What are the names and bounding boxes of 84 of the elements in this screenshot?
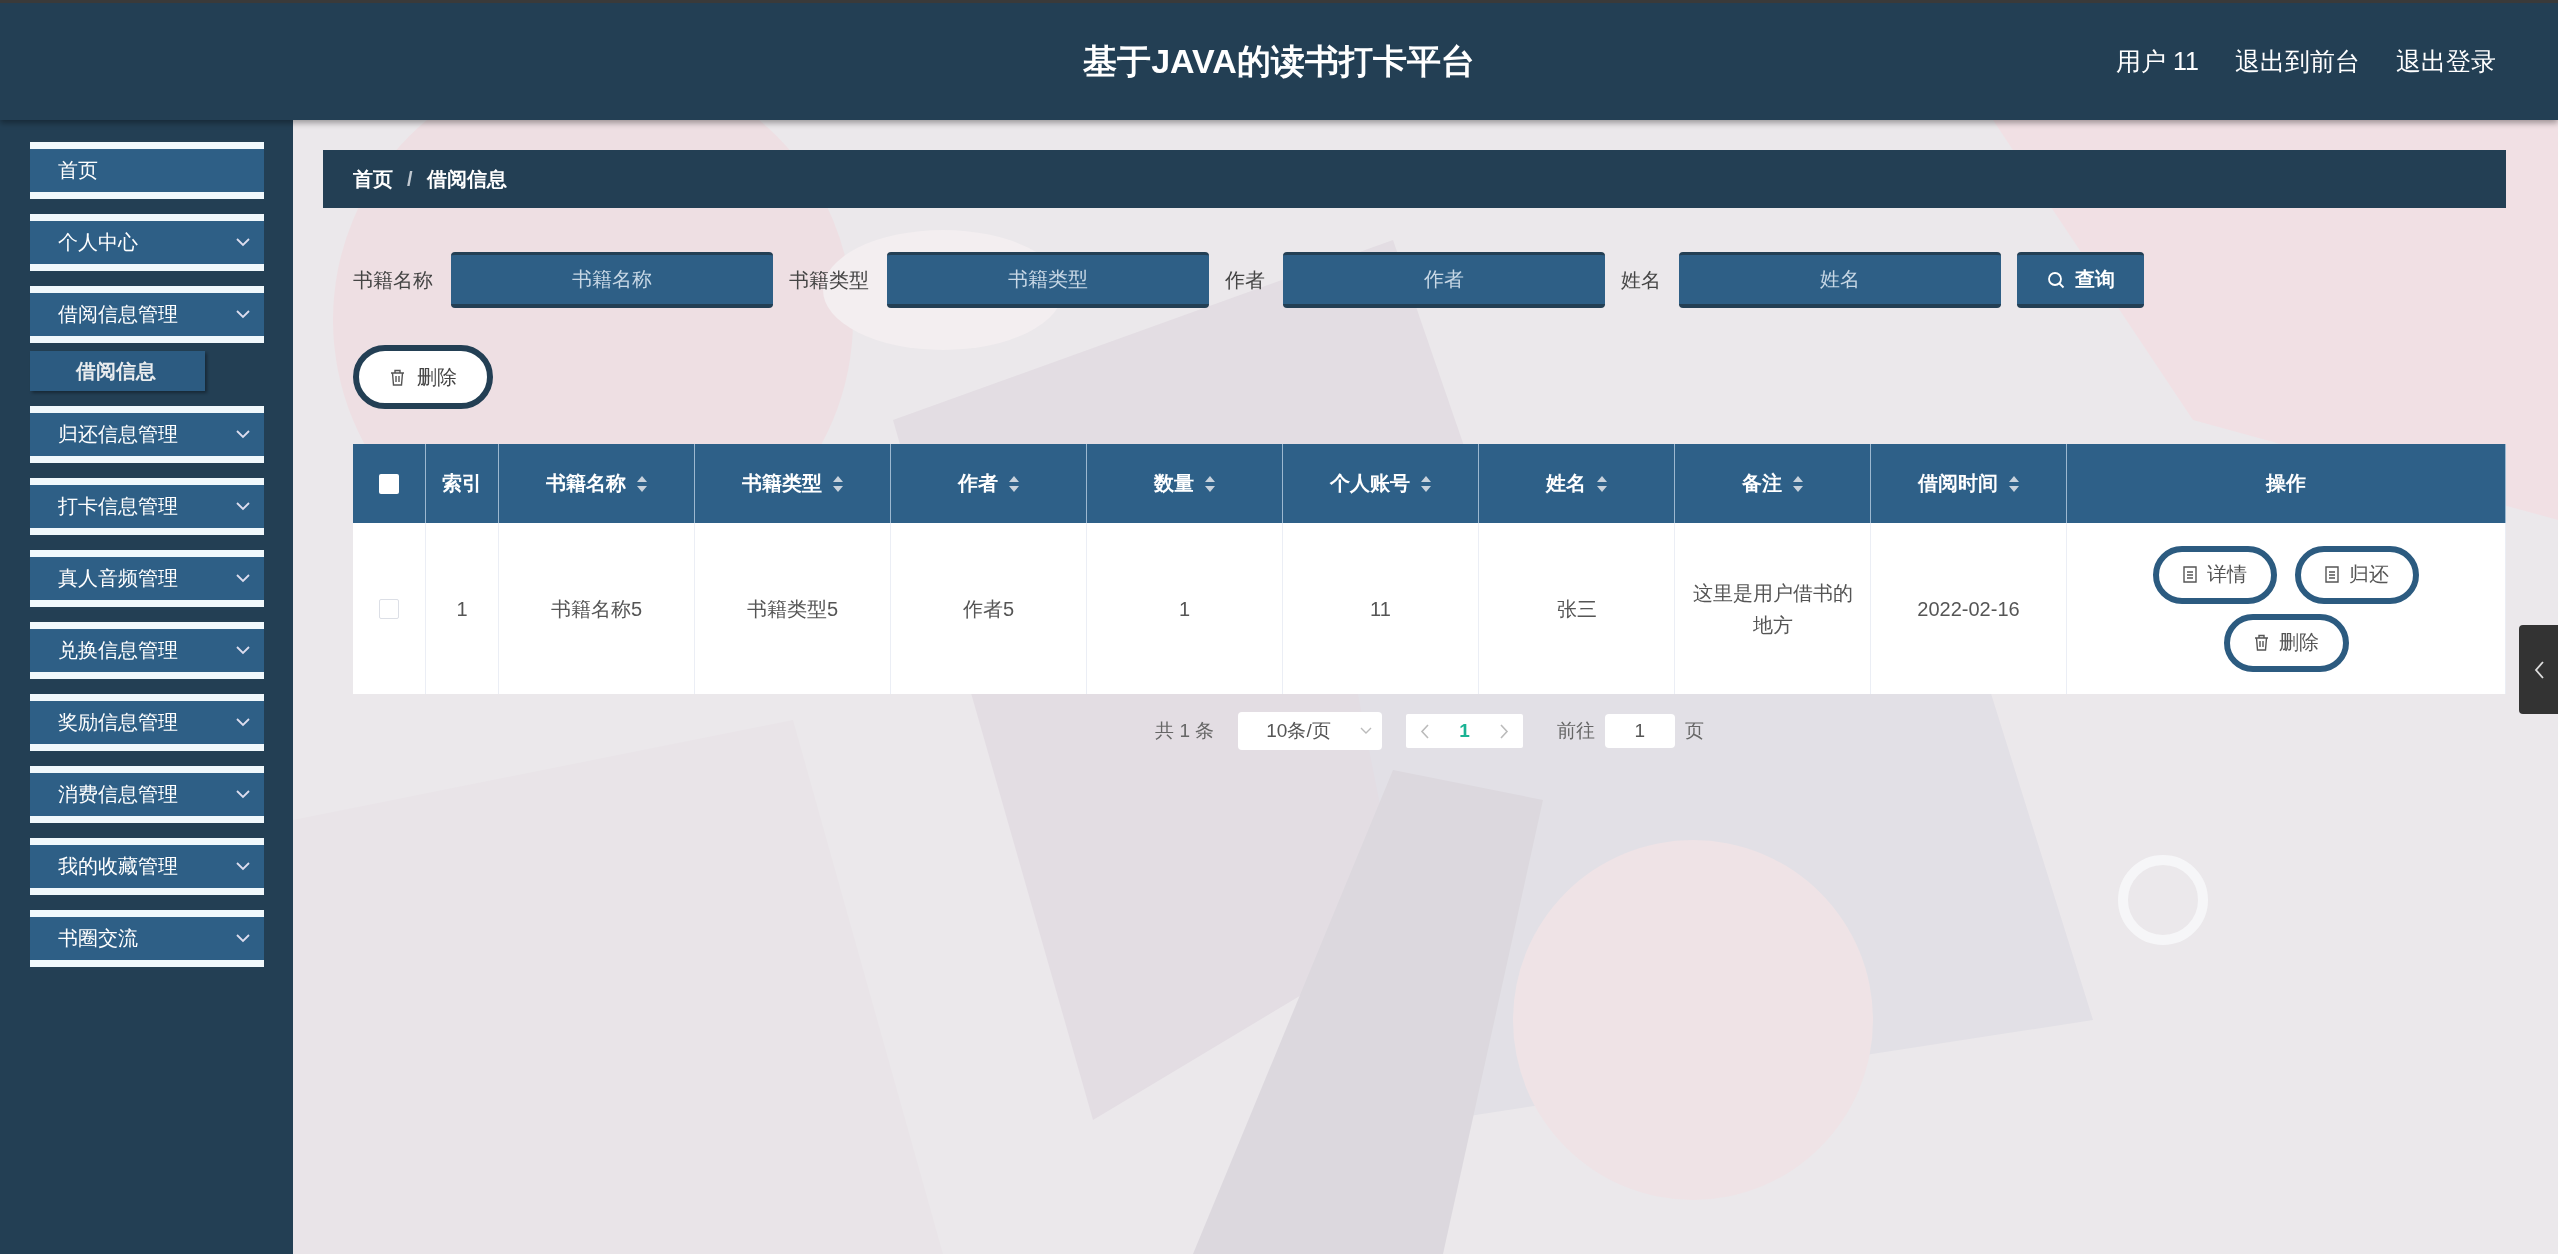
column-header[interactable]: 数量 xyxy=(1087,444,1283,523)
chevron-down-icon xyxy=(236,862,250,871)
sort-icon[interactable] xyxy=(1595,474,1608,493)
column-header[interactable]: 书籍类型 xyxy=(695,444,891,523)
chevron-down-icon xyxy=(236,574,250,583)
sort-icon[interactable] xyxy=(1791,474,1804,493)
menu-item[interactable]: 奖励信息管理 xyxy=(30,694,264,751)
sort-icon[interactable] xyxy=(1007,474,1020,493)
chevron-down-icon xyxy=(236,646,250,655)
document-icon xyxy=(2325,566,2339,583)
chevron-down-icon xyxy=(236,310,250,319)
menu-item[interactable]: 归还信息管理 xyxy=(30,406,264,463)
search-icon xyxy=(2046,270,2065,289)
menu-item[interactable]: 首页 xyxy=(30,142,264,199)
table-cell-text: 1 xyxy=(1178,596,1191,622)
collapse-handle[interactable] xyxy=(2519,625,2558,714)
column-header[interactable]: 备注 xyxy=(1675,444,1871,523)
table-cell-text: 2022-02-16 xyxy=(1917,596,2020,622)
page-size-dropdown[interactable]: 10条/页 xyxy=(1238,712,1383,750)
page-unit-label: 页 xyxy=(1684,719,1704,743)
menu-item[interactable]: 打卡信息管理 xyxy=(30,478,264,535)
chevron-down-icon xyxy=(236,718,250,727)
chevron-down-icon xyxy=(236,790,250,799)
column-header[interactable]: 个人账号 xyxy=(1283,444,1479,523)
menu-item[interactable]: 我的收藏管理 xyxy=(30,838,264,895)
chevron-down-icon xyxy=(236,934,250,943)
table-cell-text: 1 xyxy=(456,596,468,622)
table-cell-text: 这里是用户借书的地方 xyxy=(1691,580,1854,638)
sort-icon[interactable] xyxy=(635,474,648,493)
column-header: 操作 xyxy=(2067,444,2506,523)
menu-item[interactable]: 个人中心 xyxy=(30,214,264,271)
submenu-item[interactable]: 借阅信息 xyxy=(30,351,205,391)
field-label: 书籍类型 xyxy=(789,267,869,293)
breadcrumb-separator: / xyxy=(407,167,413,191)
trash-icon xyxy=(2253,634,2269,651)
action-button[interactable]: 删除 xyxy=(2223,613,2349,672)
document-icon xyxy=(2183,566,2197,583)
table-cell-text: 张三 xyxy=(1556,596,1597,622)
header-link[interactable]: 退出登录 xyxy=(2396,45,2496,78)
input-field[interactable]: 书籍类型 xyxy=(887,252,1209,308)
field-label: 作者 xyxy=(1225,267,1265,293)
menu-item[interactable]: 书圈交流 xyxy=(30,910,264,967)
row-checkbox[interactable] xyxy=(379,598,399,619)
input-field[interactable]: 姓名 xyxy=(1679,252,2001,308)
table-cell-text: 作者5 xyxy=(962,596,1015,622)
chevron-left-icon xyxy=(2533,660,2544,679)
sort-icon[interactable] xyxy=(1203,474,1216,493)
field-label: 姓名 xyxy=(1621,267,1661,293)
input-field[interactable]: 书籍名称 xyxy=(451,252,773,308)
header-link[interactable]: 退出到前台 xyxy=(2235,45,2360,78)
chevron-down-icon xyxy=(236,238,250,247)
sort-icon[interactable] xyxy=(2007,474,2020,493)
column-header[interactable]: 借阅时间 xyxy=(1871,444,2067,523)
sort-icon[interactable] xyxy=(1419,474,1432,493)
field-label: 书籍名称 xyxy=(353,267,433,293)
select-all-checkbox[interactable] xyxy=(379,473,399,494)
action-button[interactable]: 归还 xyxy=(2295,545,2419,604)
table-cell-text: 11 xyxy=(1370,596,1391,622)
chevron-down-icon xyxy=(1360,727,1373,735)
menu-item[interactable]: 真人音频管理 xyxy=(30,550,264,607)
column-header[interactable]: 书籍名称 xyxy=(499,444,695,523)
page-input[interactable]: 1 xyxy=(1604,714,1675,748)
chevron-down-icon xyxy=(236,430,250,439)
table-cell-text: 书籍类型5 xyxy=(746,596,839,622)
app-title: 基于JAVA的读书打卡平台 xyxy=(1083,42,1475,80)
menu-item[interactable]: 消费信息管理 xyxy=(30,766,264,823)
header-link[interactable]: 用户 11 xyxy=(2116,45,2199,78)
column-header[interactable]: 作者 xyxy=(891,444,1087,523)
search-button[interactable]: 查询 xyxy=(2017,252,2144,308)
column-header[interactable]: 姓名 xyxy=(1479,444,1675,523)
trash-icon xyxy=(389,368,405,386)
column-header: 索引 xyxy=(426,444,499,523)
total-count: 共 1 条 xyxy=(1155,719,1215,743)
chevron-down-icon xyxy=(236,502,250,511)
breadcrumb-item[interactable]: 首页 xyxy=(353,165,393,193)
sort-icon[interactable] xyxy=(831,474,844,493)
breadcrumb-item[interactable]: 借阅信息 xyxy=(426,165,507,193)
table-cell-text: 书籍名称5 xyxy=(550,596,643,622)
menu-item[interactable]: 借阅信息管理 xyxy=(30,286,264,343)
input-field[interactable]: 作者 xyxy=(1283,252,1605,308)
goto-label: 前往 xyxy=(1556,719,1595,743)
menu-item[interactable]: 兑换信息管理 xyxy=(30,622,264,679)
delete-button[interactable]: 删除 xyxy=(353,345,493,409)
action-button[interactable]: 详情 xyxy=(2153,545,2277,604)
